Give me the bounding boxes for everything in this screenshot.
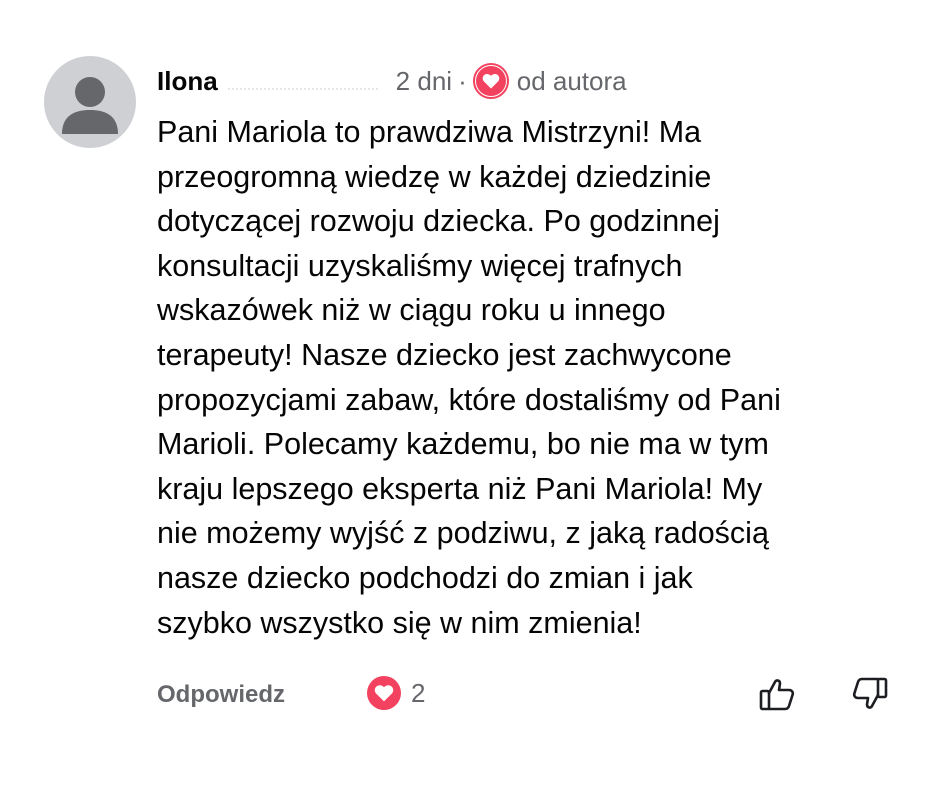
comment-line: propozycjami zabaw, które dostaliśmy od … [157, 382, 781, 417]
comment-line: Pani Mariola to prawdziwa Mistrzyni! Ma [157, 115, 702, 149]
reaction-heart-badge [367, 676, 401, 710]
comment-time[interactable]: 2 dni [396, 66, 452, 97]
comment-body: Pani Mariola to prawdziwa Mistrzyni! Ma … [157, 110, 917, 645]
comment-line: nasze dziecko podchodzi do zmian i jak [157, 560, 693, 595]
comment-line: dotyczącej rozwoju dziecka. Po godzinnej [157, 204, 720, 239]
comment-line: przeogromną wiedzę w każdej dziedzinie [157, 159, 712, 194]
comment-line: konsultacji uzyskaliśmy więcej trafnych [157, 248, 683, 283]
author-reaction-label: od autora [516, 65, 627, 96]
reply-button[interactable]: Odpowiedz [157, 681, 285, 709]
default-profile-icon [62, 77, 118, 134]
redacted-surname [227, 88, 378, 90]
comment-line: terapeuty! Nasze dziecko jest zachwycone [157, 337, 732, 372]
comment-line: nie możemy wyjść z podziwu, z jaką radoś… [157, 516, 769, 551]
comment-actions: Odpowiedz 2 [157, 674, 897, 718]
comment-line: szybko wszystko się w nim zmienia! [157, 605, 642, 640]
reaction-count: 2 [411, 677, 426, 708]
reaction-summary[interactable]: 2 [367, 676, 425, 710]
avatar[interactable] [44, 56, 136, 148]
heart-icon [482, 74, 500, 89]
author-heart-badge [472, 63, 509, 99]
thumbs-down-icon[interactable] [850, 674, 890, 719]
comment-line: Marioli. Polecamy każdemu, bo nie ma w t… [157, 427, 769, 462]
comment-header: Ilona 2 dni · od autora [157, 62, 627, 100]
thumbs-up-icon[interactable] [757, 674, 797, 719]
comment-line: kraju lepszego eksperta niż Pani Mariola… [157, 471, 763, 506]
separator-dot: · [458, 65, 467, 96]
comment-line: wskazówek niż w ciągu roku u innego [157, 293, 666, 328]
author-name[interactable]: Ilona [157, 66, 218, 97]
heart-icon [374, 685, 394, 702]
